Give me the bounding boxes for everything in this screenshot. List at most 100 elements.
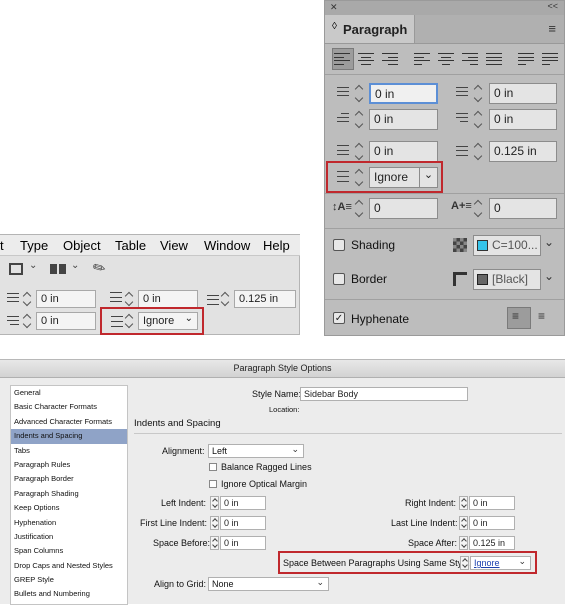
right-indent-stepper[interactable]	[473, 83, 487, 104]
menu-item-object[interactable]: Object	[63, 238, 101, 253]
menu-item-window[interactable]: Window	[204, 238, 250, 253]
close-icon[interactable]: ✕	[330, 2, 338, 13]
drop-cap-chars-field[interactable]: 0	[489, 198, 557, 219]
first-line-indent-field[interactable]: 0 in	[220, 516, 266, 530]
space-before-field[interactable]: 0 in	[220, 536, 266, 550]
drop-cap-chars-stepper[interactable]	[473, 198, 487, 219]
border-color-dropdown[interactable]: [Black]	[473, 269, 541, 290]
hyphenate-label: Hyphenate	[351, 312, 410, 326]
space-before-stepper[interactable]	[354, 141, 368, 162]
layout-icon[interactable]	[50, 264, 66, 274]
space-after-stepper[interactable]	[220, 290, 232, 308]
align-center-icon[interactable]	[358, 53, 374, 65]
space-before-stepper[interactable]	[124, 290, 136, 308]
drop-cap-lines-stepper[interactable]	[354, 198, 368, 219]
category-item[interactable]: Paragraph Shading	[11, 487, 127, 501]
space-before-stepper[interactable]	[210, 536, 219, 550]
align-away-spine-icon[interactable]	[542, 53, 558, 65]
category-item[interactable]: Paragraph Rules	[11, 458, 127, 472]
shading-color-dropdown[interactable]: C=100...	[473, 235, 541, 256]
left-indent-stepper[interactable]	[210, 496, 219, 510]
justify-center-icon[interactable]	[438, 53, 454, 65]
space-after-stepper[interactable]	[459, 536, 468, 550]
last-line-indent-field[interactable]: 0 in	[469, 516, 515, 530]
first-line-indent-field[interactable]: 0 in	[369, 109, 438, 130]
align-toward-spine-icon[interactable]	[518, 53, 534, 65]
balance-ragged-checkbox[interactable]	[209, 463, 217, 471]
last-line-indent-field[interactable]: 0 in	[489, 109, 557, 130]
space-after-field[interactable]: 0.125 in	[489, 141, 557, 162]
menu-item-text[interactable]: t	[0, 238, 4, 253]
shading-label: Shading	[351, 238, 396, 252]
category-item[interactable]: Span Columns	[11, 544, 127, 558]
left-indent-stepper[interactable]	[354, 83, 368, 104]
frame-icon[interactable]	[9, 263, 23, 275]
category-list: General Basic Character Formats Advanced C…	[10, 385, 128, 605]
category-item[interactable]: Paragraph Border	[11, 472, 127, 486]
border-checkbox[interactable]	[333, 273, 345, 285]
panel-divider	[325, 299, 564, 300]
chevron-down-icon[interactable]: ⌄	[544, 269, 554, 283]
right-indent-stepper[interactable]	[22, 290, 34, 308]
dialog-title: Paragraph Style Options	[233, 363, 332, 373]
last-line-indent-stepper[interactable]	[22, 312, 34, 330]
align-to-grid-dropdown[interactable]: None	[208, 576, 329, 591]
space-after-stepper[interactable]	[473, 141, 487, 162]
highlight-box	[100, 307, 204, 335]
category-item[interactable]: Drop Caps and Nested Styles	[11, 559, 127, 573]
right-indent-icon	[3, 292, 19, 306]
category-item[interactable]: GREP Style	[11, 573, 127, 587]
menu-item-type[interactable]: Type	[20, 238, 48, 253]
space-after-field[interactable]: 0.125 in	[469, 536, 515, 550]
category-item[interactable]: Justification	[11, 530, 127, 544]
last-line-indent-field[interactable]: 0 in	[36, 312, 96, 330]
menu-item-view[interactable]: View	[160, 238, 188, 253]
chevron-down-icon[interactable]: ⌄	[544, 235, 554, 249]
collapse-icon[interactable]: <<	[547, 1, 558, 11]
menu-item-help[interactable]: Help	[263, 238, 290, 253]
first-line-indent-stepper[interactable]	[354, 109, 368, 130]
category-item[interactable]: Keep Options	[11, 501, 127, 515]
left-indent-field[interactable]: 0 in	[369, 83, 438, 104]
space-before-field[interactable]: 0 in	[369, 141, 438, 162]
category-item[interactable]: Tabs	[11, 444, 127, 458]
panel-top-bar: ✕ <<	[325, 1, 564, 15]
menu-item-table[interactable]: Table	[115, 238, 146, 253]
category-item[interactable]: Hyphenation	[11, 516, 127, 530]
hyphenate-checkbox[interactable]: ✓	[333, 312, 345, 324]
right-indent-field[interactable]: 0 in	[489, 83, 557, 104]
category-item[interactable]: Bullets and Numbering	[11, 587, 127, 601]
last-line-indent-stepper[interactable]	[473, 109, 487, 130]
category-item[interactable]: Indents and Spacing	[11, 429, 127, 444]
chevron-down-icon[interactable]: ⌄	[71, 260, 79, 271]
alignment-dropdown[interactable]: Left	[208, 443, 304, 458]
justify-right-icon[interactable]	[462, 53, 478, 65]
right-indent-field[interactable]: 0 in	[469, 496, 515, 510]
right-indent-stepper[interactable]	[459, 496, 468, 510]
drop-cap-lines-field[interactable]: 0	[369, 198, 438, 219]
justify-left-icon[interactable]	[414, 53, 430, 65]
chevron-down-icon[interactable]: ⌄	[29, 260, 37, 271]
style-name-field[interactable]: Sidebar Body	[300, 387, 468, 401]
category-item[interactable]: Basic Character Formats	[11, 400, 127, 414]
left-indent-field[interactable]: 0 in	[220, 496, 266, 510]
last-line-indent-stepper[interactable]	[459, 516, 468, 530]
feather-icon[interactable]: ✎	[89, 257, 109, 279]
panel-title: Paragraph	[343, 22, 408, 37]
panel-menu-icon[interactable]: ≡	[548, 21, 556, 36]
shading-color-swatch	[477, 240, 488, 251]
right-indent-field[interactable]: 0 in	[36, 290, 96, 308]
ignore-optical-checkbox[interactable]	[209, 480, 217, 488]
align-right-icon[interactable]	[382, 53, 398, 65]
space-after-icon	[203, 293, 219, 307]
category-item[interactable]: General	[11, 386, 127, 400]
space-before-field[interactable]: 0 in	[138, 290, 198, 308]
align-left-icon[interactable]	[334, 53, 350, 65]
no-baseline-grid-icon[interactable]: ≡	[538, 309, 545, 323]
justify-all-icon[interactable]	[486, 53, 502, 65]
category-item[interactable]: Advanced Character Formats	[11, 415, 127, 429]
first-line-indent-stepper[interactable]	[210, 516, 219, 530]
space-after-field[interactable]: 0.125 in	[234, 290, 296, 308]
panel-tab[interactable]: ◊ Paragraph	[325, 15, 415, 43]
shading-checkbox[interactable]	[333, 239, 345, 251]
